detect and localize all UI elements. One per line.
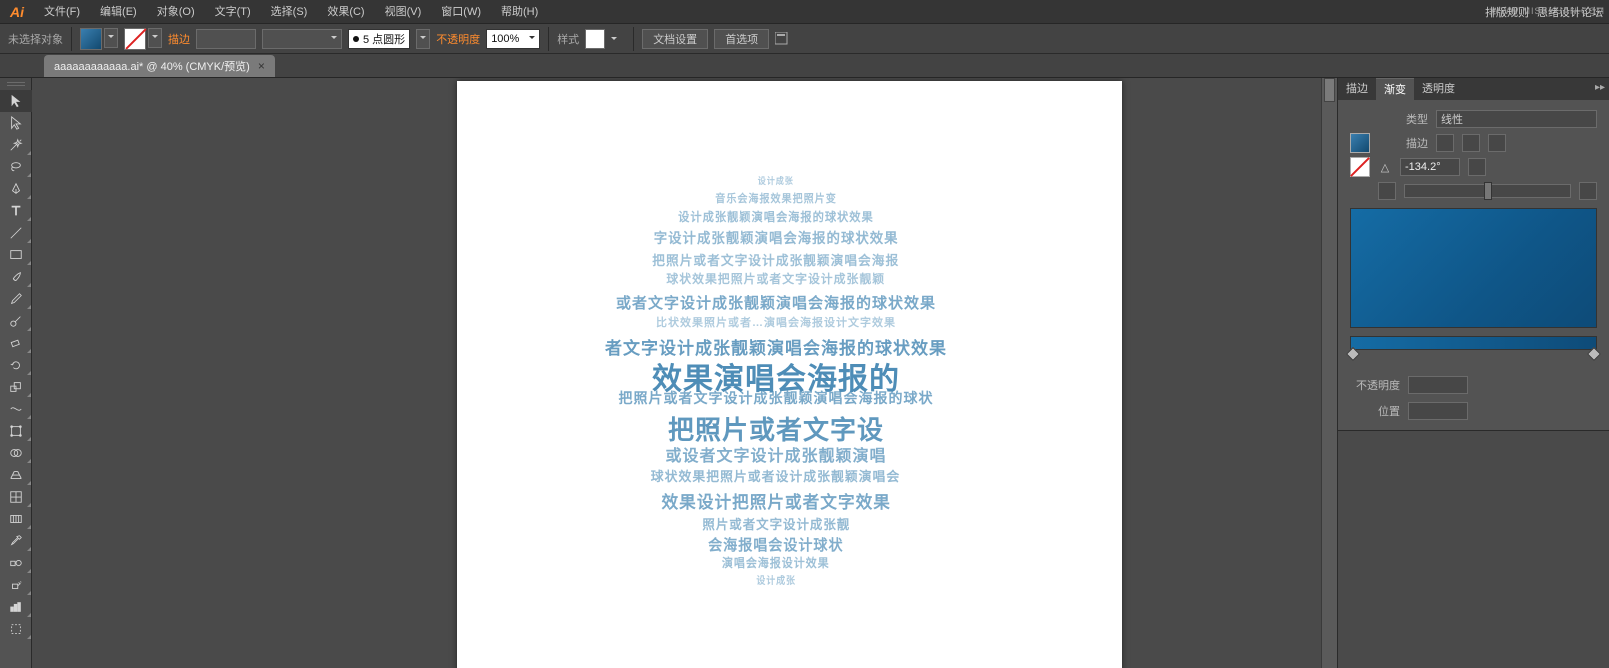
gradient-ramp[interactable] <box>1350 336 1597 350</box>
artboard-tool[interactable] <box>0 618 32 640</box>
selection-tool[interactable] <box>0 90 32 112</box>
opacity-value[interactable]: 100% <box>486 29 540 49</box>
free-transform-tool[interactable] <box>0 420 32 442</box>
eraser-tool[interactable] <box>0 332 32 354</box>
width-tool[interactable] <box>0 398 32 420</box>
stroke-label[interactable]: 描边 <box>168 31 190 47</box>
type-tool[interactable] <box>0 200 32 222</box>
scale-tool[interactable] <box>0 376 32 398</box>
fill-swatch[interactable] <box>80 28 102 50</box>
gradient-preview[interactable] <box>1350 208 1597 328</box>
gradient-options-icon[interactable] <box>1579 182 1597 200</box>
gradient-fill-swatch[interactable] <box>1350 133 1370 153</box>
scrollbar-thumb[interactable] <box>1324 78 1335 102</box>
tools-grip[interactable] <box>0 78 31 90</box>
stop-location-label: 位置 <box>1350 403 1400 419</box>
stop-location-input[interactable] <box>1408 402 1468 420</box>
stop-opacity-label: 不透明度 <box>1350 377 1400 393</box>
document-setup-button[interactable]: 文档设置 <box>642 29 708 49</box>
lasso-tool[interactable] <box>0 156 32 178</box>
gradient-panel: 类型 线性 描边 △ -134.2° <box>1338 100 1609 431</box>
magic-wand-tool[interactable] <box>0 134 32 156</box>
pen-tool[interactable] <box>0 178 32 200</box>
menu-edit[interactable]: 编辑(E) <box>90 0 147 24</box>
panel-tabs: 描边 渐变 透明度 ▸▸ <box>1338 78 1609 100</box>
fill-dropdown[interactable] <box>104 28 118 48</box>
artboard[interactable]: 设计成张音乐会海报效果把照片变设计成张靓颖演唱会海报的球状效果字设计成张靓颖演唱… <box>457 81 1122 668</box>
panel-collapse-icon[interactable]: ▸▸ <box>1595 82 1605 93</box>
menu-window[interactable]: 窗口(W) <box>431 0 491 24</box>
menu-help[interactable]: 帮助(H) <box>491 0 548 24</box>
menu-effect[interactable]: 效果(C) <box>317 0 374 24</box>
panel-flyout-icon[interactable] <box>775 32 793 46</box>
gradient-stroke-swatch[interactable] <box>1350 157 1370 177</box>
pencil-tool[interactable] <box>0 288 32 310</box>
document-tab-bar: aaaaaaaaaaaa.ai* @ 40% (CMYK/预览) × <box>0 54 1609 78</box>
var-width-profile[interactable] <box>262 29 342 49</box>
gradient-angle-input[interactable]: -134.2° <box>1400 158 1460 176</box>
style-label: 样式 <box>557 31 579 47</box>
panel-tab-opacity[interactable]: 透明度 <box>1414 78 1463 100</box>
menu-type[interactable]: 文字(T) <box>205 0 261 24</box>
panel-tab-gradient[interactable]: 渐变 <box>1376 78 1414 100</box>
document-tab[interactable]: aaaaaaaaaaaa.ai* @ 40% (CMYK/预览) × <box>44 55 275 77</box>
stop-opacity-input[interactable] <box>1408 376 1468 394</box>
stroke-apply-3-icon[interactable] <box>1488 134 1506 152</box>
direct-selection-tool[interactable] <box>0 112 32 134</box>
perspective-grid-tool[interactable] <box>0 464 32 486</box>
vertical-scrollbar[interactable] <box>1321 78 1337 668</box>
brush-dropdown[interactable] <box>416 29 430 49</box>
symbol-sprayer-tool[interactable] <box>0 574 32 596</box>
type-label: 类型 <box>1378 111 1428 127</box>
stroke-swatch[interactable] <box>124 28 146 50</box>
stroke-weight-select[interactable] <box>196 29 256 49</box>
panel-stroke-label: 描边 <box>1378 135 1428 151</box>
menu-object[interactable]: 对象(O) <box>147 0 205 24</box>
blend-tool[interactable] <box>0 552 32 574</box>
document-tab-title: aaaaaaaaaaaa.ai* @ 40% (CMYK/预览) <box>54 58 250 74</box>
eyedropper-tool[interactable] <box>0 530 32 552</box>
line-tool[interactable] <box>0 222 32 244</box>
rotate-tool[interactable] <box>0 354 32 376</box>
aspect-lock-icon[interactable] <box>1468 158 1486 176</box>
blob-brush-tool[interactable] <box>0 310 32 332</box>
stroke-apply-2-icon[interactable] <box>1462 134 1480 152</box>
close-tab-icon[interactable]: × <box>258 59 265 73</box>
brush-definition[interactable]: 5 点圆形 <box>348 29 410 49</box>
panel-tab-stroke[interactable]: 描边 <box>1338 78 1376 100</box>
selection-readout: 未选择对象 <box>8 31 63 47</box>
options-bar: 未选择对象 描边 5 点圆形 不透明度 100% 样式 文档设置 首选项 <box>0 24 1609 54</box>
app-logo: Ai <box>6 1 28 23</box>
rectangle-tool[interactable] <box>0 244 32 266</box>
menu-select[interactable]: 选择(S) <box>261 0 318 24</box>
opacity-label[interactable]: 不透明度 <box>436 31 480 47</box>
gradient-type-select[interactable]: 线性 <box>1436 110 1597 128</box>
menu-file[interactable]: 文件(F) <box>34 0 90 24</box>
gradient-midpoint-slider[interactable] <box>1404 184 1571 198</box>
graphic-style-swatch[interactable] <box>585 29 605 49</box>
menu-bar: Ai 文件(F) 编辑(E) 对象(O) 文字(T) 选择(S) 效果(C) 视… <box>0 0 1609 24</box>
mesh-tool[interactable] <box>0 486 32 508</box>
watermark: WWW.MISSYUAN.COM <box>1491 6 1605 16</box>
stroke-apply-1-icon[interactable] <box>1436 134 1454 152</box>
stroke-dropdown[interactable] <box>148 28 162 48</box>
canvas-area[interactable]: 设计成张音乐会海报效果把照片变设计成张靓颖演唱会海报的球状效果字设计成张靓颖演唱… <box>32 78 1337 668</box>
gradient-tool[interactable] <box>0 508 32 530</box>
text-sphere-artwork: 设计成张音乐会海报效果把照片变设计成张靓颖演唱会海报的球状效果字设计成张靓颖演唱… <box>547 156 1005 614</box>
column-graph-tool[interactable] <box>0 596 32 618</box>
shape-builder-tool[interactable] <box>0 442 32 464</box>
tools-panel <box>0 78 32 668</box>
right-panels: 描边 渐变 透明度 ▸▸ 类型 线性 描边 <box>1337 78 1609 668</box>
reverse-gradient-icon[interactable] <box>1378 182 1396 200</box>
paintbrush-tool[interactable] <box>0 266 32 288</box>
preferences-button[interactable]: 首选项 <box>714 29 769 49</box>
menu-view[interactable]: 视图(V) <box>375 0 432 24</box>
